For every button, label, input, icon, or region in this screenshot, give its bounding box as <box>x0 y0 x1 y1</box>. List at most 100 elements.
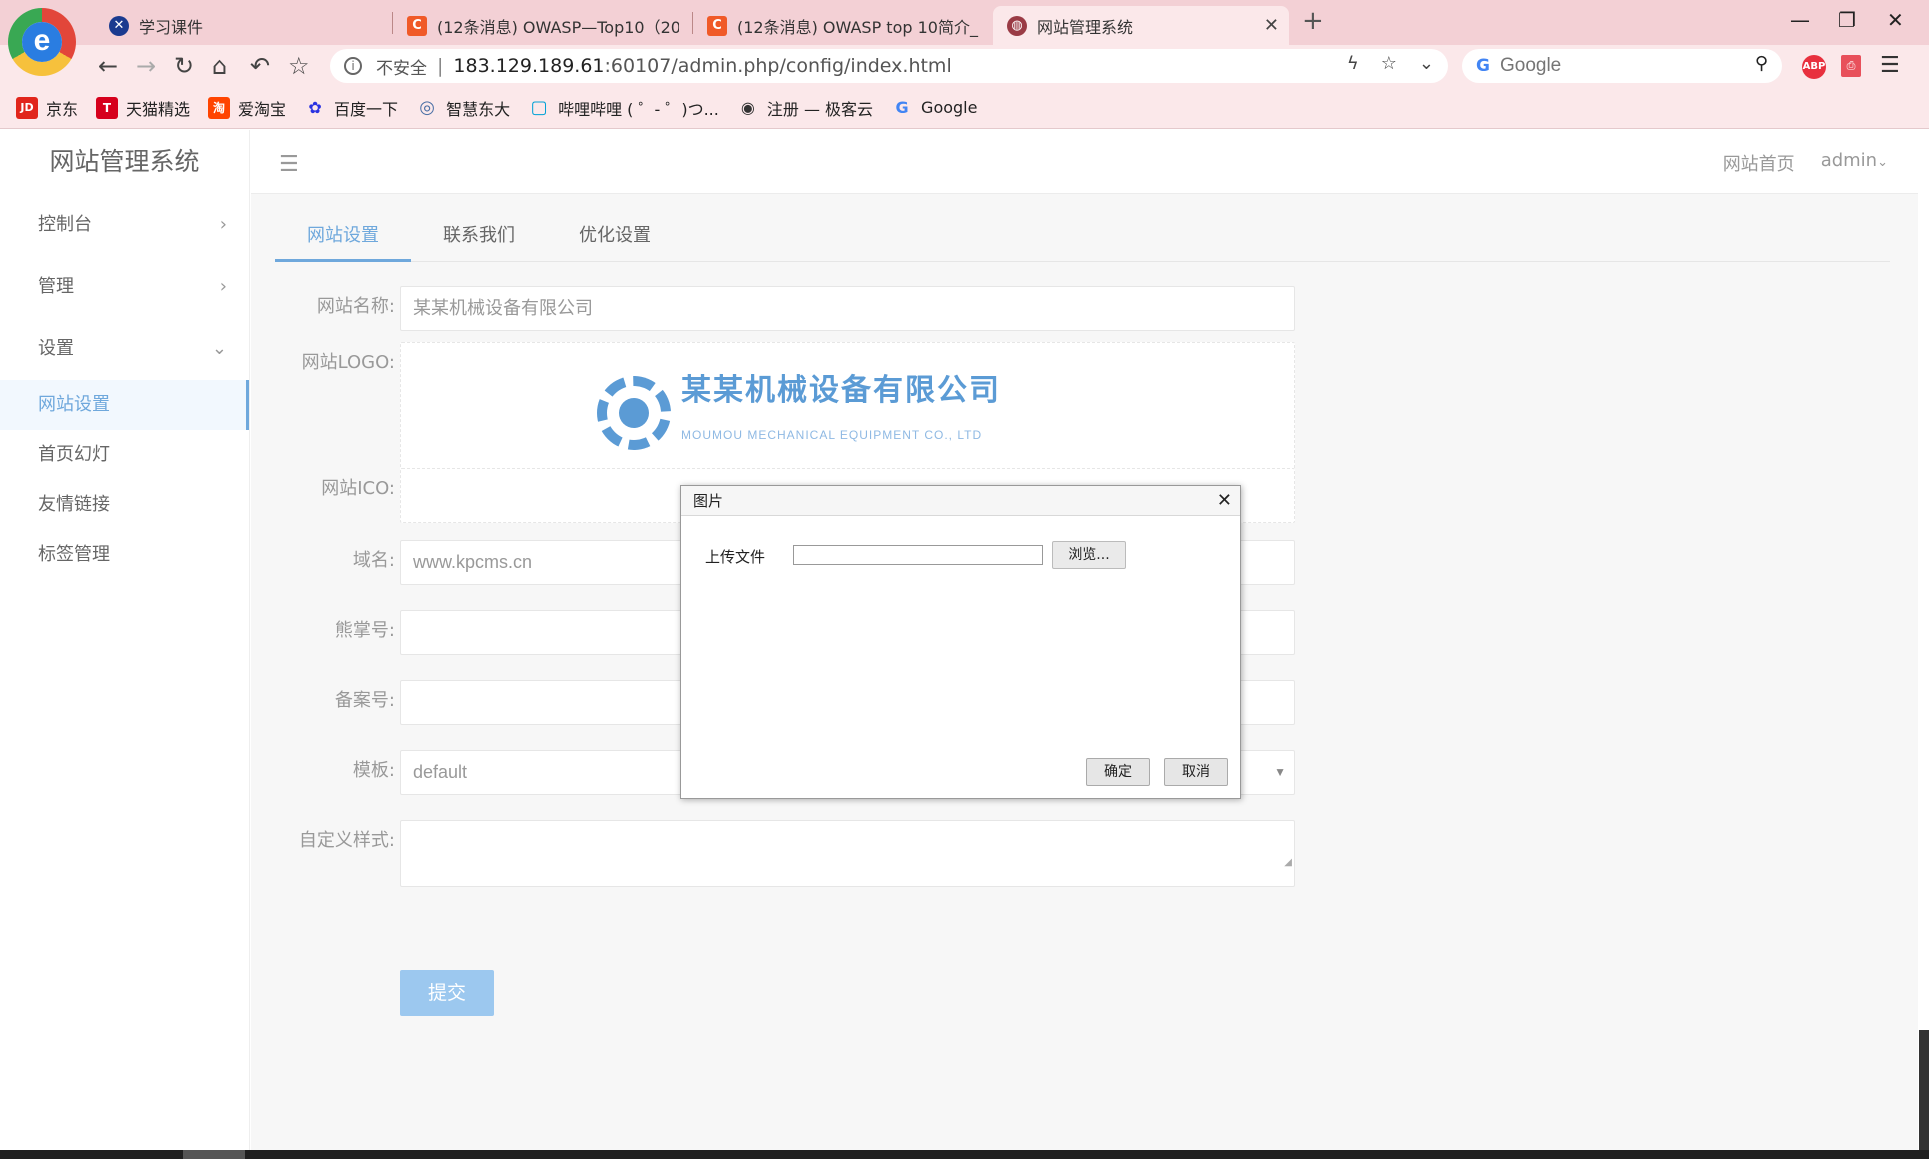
menu-toggle-icon[interactable]: ☰ <box>279 152 299 177</box>
os-taskbar <box>0 1150 1929 1159</box>
pdf-icon[interactable]: ⎙ <box>1841 55 1861 77</box>
browser-tab-active[interactable]: ◍ 网站管理系统 ✕ <box>993 6 1289 45</box>
tab-seo-settings[interactable]: 优化设置 <box>547 216 683 262</box>
app-header: ☰ 网站首页 admin⌄ <box>251 130 1918 194</box>
bookmark-label: 天猫精选 <box>126 99 191 119</box>
scrollbar[interactable] <box>1919 1030 1929 1150</box>
bookmark-aitaobao[interactable]: 淘 爱淘宝 <box>208 96 286 120</box>
url-path: :60107/admin.php/config/index.html <box>604 55 952 77</box>
home-icon[interactable]: ⌂ <box>212 53 227 79</box>
bookmarks-bar: JD 京东 T 天猫精选 淘 爱淘宝 ✿ 百度一下 ◎ 智慧东大 ▢ 哔哩哔哩 … <box>0 87 1929 129</box>
search-icon[interactable]: ⚲ <box>1755 53 1768 74</box>
bookmark-label: 百度一下 <box>334 99 399 119</box>
icp-label: 备案号: <box>334 690 395 711</box>
forward-icon[interactable]: → <box>136 53 156 79</box>
tab-site-settings[interactable]: 网站设置 <box>275 216 411 262</box>
chevron-right-icon: › <box>219 214 227 235</box>
chevron-right-icon: › <box>219 276 227 297</box>
search-box[interactable]: G ⚲ <box>1462 49 1782 83</box>
baidu-paw-icon: ✿ <box>308 98 322 117</box>
file-path-input[interactable] <box>793 545 1043 565</box>
url-host: 183.129.189.61 <box>453 55 605 77</box>
info-icon[interactable]: i <box>344 57 362 75</box>
sidebar-item-manage[interactable]: 管理 › <box>0 256 249 318</box>
reload-icon[interactable]: ↻ <box>174 53 194 79</box>
close-tab-icon[interactable]: ✕ <box>1264 15 1279 36</box>
upload-file-label: 上传文件 <box>705 548 766 566</box>
domain-label: 域名: <box>352 550 395 571</box>
favorite-star-icon[interactable]: ☆ <box>1381 53 1397 74</box>
sidebar-item-tag-manage[interactable]: 标签管理 <box>0 530 249 580</box>
custom-css-label: 自定义样式: <box>298 830 395 851</box>
browser-menu-icon[interactable]: ☰ <box>1880 53 1900 78</box>
security-status: 不安全 <box>376 58 427 79</box>
logo-cn-text: 某某机械设备有限公司 <box>681 374 1001 407</box>
sidebar-item-console[interactable]: 控制台 › <box>0 194 249 256</box>
browser-tab-3[interactable]: C (12条消息) OWASP top 10简介_MF <box>693 6 993 45</box>
search-input[interactable] <box>1499 55 1740 77</box>
browser-tab-2[interactable]: C (12条消息) OWASP—Top10（2021 <box>393 6 693 45</box>
logo-upload-area[interactable]: 某某机械设备有限公司 MOUMOU MECHANICAL EQUIPMENT C… <box>400 342 1295 472</box>
sidebar-item-site-settings[interactable]: 网站设置 <box>0 380 249 430</box>
site-name-field[interactable]: 某某机械设备有限公司 <box>400 286 1295 331</box>
back-icon[interactable]: ← <box>98 53 118 79</box>
bear-label: 熊掌号: <box>334 620 395 641</box>
custom-css-textarea[interactable]: ◢ <box>400 820 1295 887</box>
menu-label: 设置 <box>38 338 74 359</box>
new-tab-button[interactable]: + <box>1302 6 1324 36</box>
browser-logo-icon[interactable]: e <box>8 8 76 76</box>
cancel-button[interactable]: 取消 <box>1164 758 1228 786</box>
bookmark-bilibili[interactable]: ▢ 哔哩哔哩 ( ゜- ゜)つ... <box>528 96 719 120</box>
image-upload-dialog: 图片 ✕ 上传文件 浏览... 确定 取消 <box>680 485 1241 799</box>
taskbar-item[interactable] <box>183 1150 245 1159</box>
url-bar[interactable]: i 不安全 | 183.129.189.61 :60107/admin.php/… <box>330 49 1448 83</box>
bookmark-tmall[interactable]: T 天猫精选 <box>96 96 190 120</box>
sidebar-item-friend-links[interactable]: 友情链接 <box>0 480 249 530</box>
bookmark-label: 哔哩哔哩 ( ゜- ゜)つ... <box>558 99 719 119</box>
company-logo: 某某机械设备有限公司 MOUMOU MECHANICAL EQUIPMENT C… <box>597 369 1001 457</box>
bookmark-label: 注册 — 极客云 <box>766 99 874 119</box>
globe-icon: ◍ <box>1007 15 1027 36</box>
user-menu[interactable]: admin⌄ <box>1821 150 1888 176</box>
bookmark-label: 京东 <box>46 99 79 119</box>
browser-tab-1[interactable]: ✕ 学习课件 <box>95 6 395 45</box>
csdn-icon: C <box>707 15 727 36</box>
submit-button[interactable]: 提交 <box>400 970 494 1016</box>
chevron-down-icon[interactable]: ⌄ <box>1419 53 1434 74</box>
sidebar: 网站管理系统 控制台 › 管理 › 设置 ⌄ 网站设置 首页幻灯 友情链接 标签… <box>0 130 250 1150</box>
tab-title: 网站管理系统 <box>1037 17 1134 37</box>
sidebar-item-home-slides[interactable]: 首页幻灯 <box>0 430 249 480</box>
minimize-icon[interactable]: — <box>1790 8 1810 32</box>
adblock-icon[interactable]: ABP <box>1802 55 1826 79</box>
restore-icon[interactable]: ❐ <box>1838 8 1856 32</box>
tab-contact-us[interactable]: 联系我们 <box>411 216 547 262</box>
undo-icon[interactable]: ↶ <box>250 53 270 79</box>
bookmark-google[interactable]: G Google <box>891 97 977 119</box>
taobao-icon: 淘 <box>208 96 231 119</box>
close-icon[interactable]: ✕ <box>1217 486 1232 516</box>
ico-label: 网站ICO: <box>321 478 395 499</box>
address-toolbar: ← → ↻ ⌂ ↶ ☆ i 不安全 | 183.129.189.61 :6010… <box>0 45 1929 87</box>
site-home-link[interactable]: 网站首页 <box>1723 150 1795 176</box>
campus-icon: ◎ <box>419 97 435 118</box>
tab-title: 学习课件 <box>139 17 204 37</box>
close-window-icon[interactable]: ✕ <box>1887 8 1904 32</box>
bookmark-baidu[interactable]: ✿ 百度一下 <box>304 96 398 120</box>
bookmark-jikeyun[interactable]: ◉ 注册 — 极客云 <box>737 96 873 120</box>
username: admin <box>1820 150 1878 171</box>
bookmark-smart-dongda[interactable]: ◎ 智慧东大 <box>416 96 510 120</box>
dropdown-arrow-icon: ▼ <box>1274 765 1286 779</box>
bookmark-jd[interactable]: JD 京东 <box>16 96 78 120</box>
chevron-down-icon: ⌄ <box>1877 155 1888 170</box>
lightning-icon[interactable]: ϟ <box>1347 53 1359 74</box>
url-divider: | <box>437 55 444 77</box>
chevron-down-icon: ⌄ <box>211 338 227 359</box>
resize-handle-icon[interactable]: ◢ <box>1284 841 1292 884</box>
confirm-button[interactable]: 确定 <box>1086 758 1150 786</box>
browse-button[interactable]: 浏览... <box>1052 541 1126 569</box>
star-bookmark-icon[interactable]: ☆ <box>288 53 310 79</box>
template-label: 模板: <box>352 760 395 781</box>
sidebar-item-settings[interactable]: 设置 ⌄ <box>0 318 249 380</box>
google-icon: G <box>895 98 909 117</box>
app-title: 网站管理系统 <box>49 147 200 176</box>
